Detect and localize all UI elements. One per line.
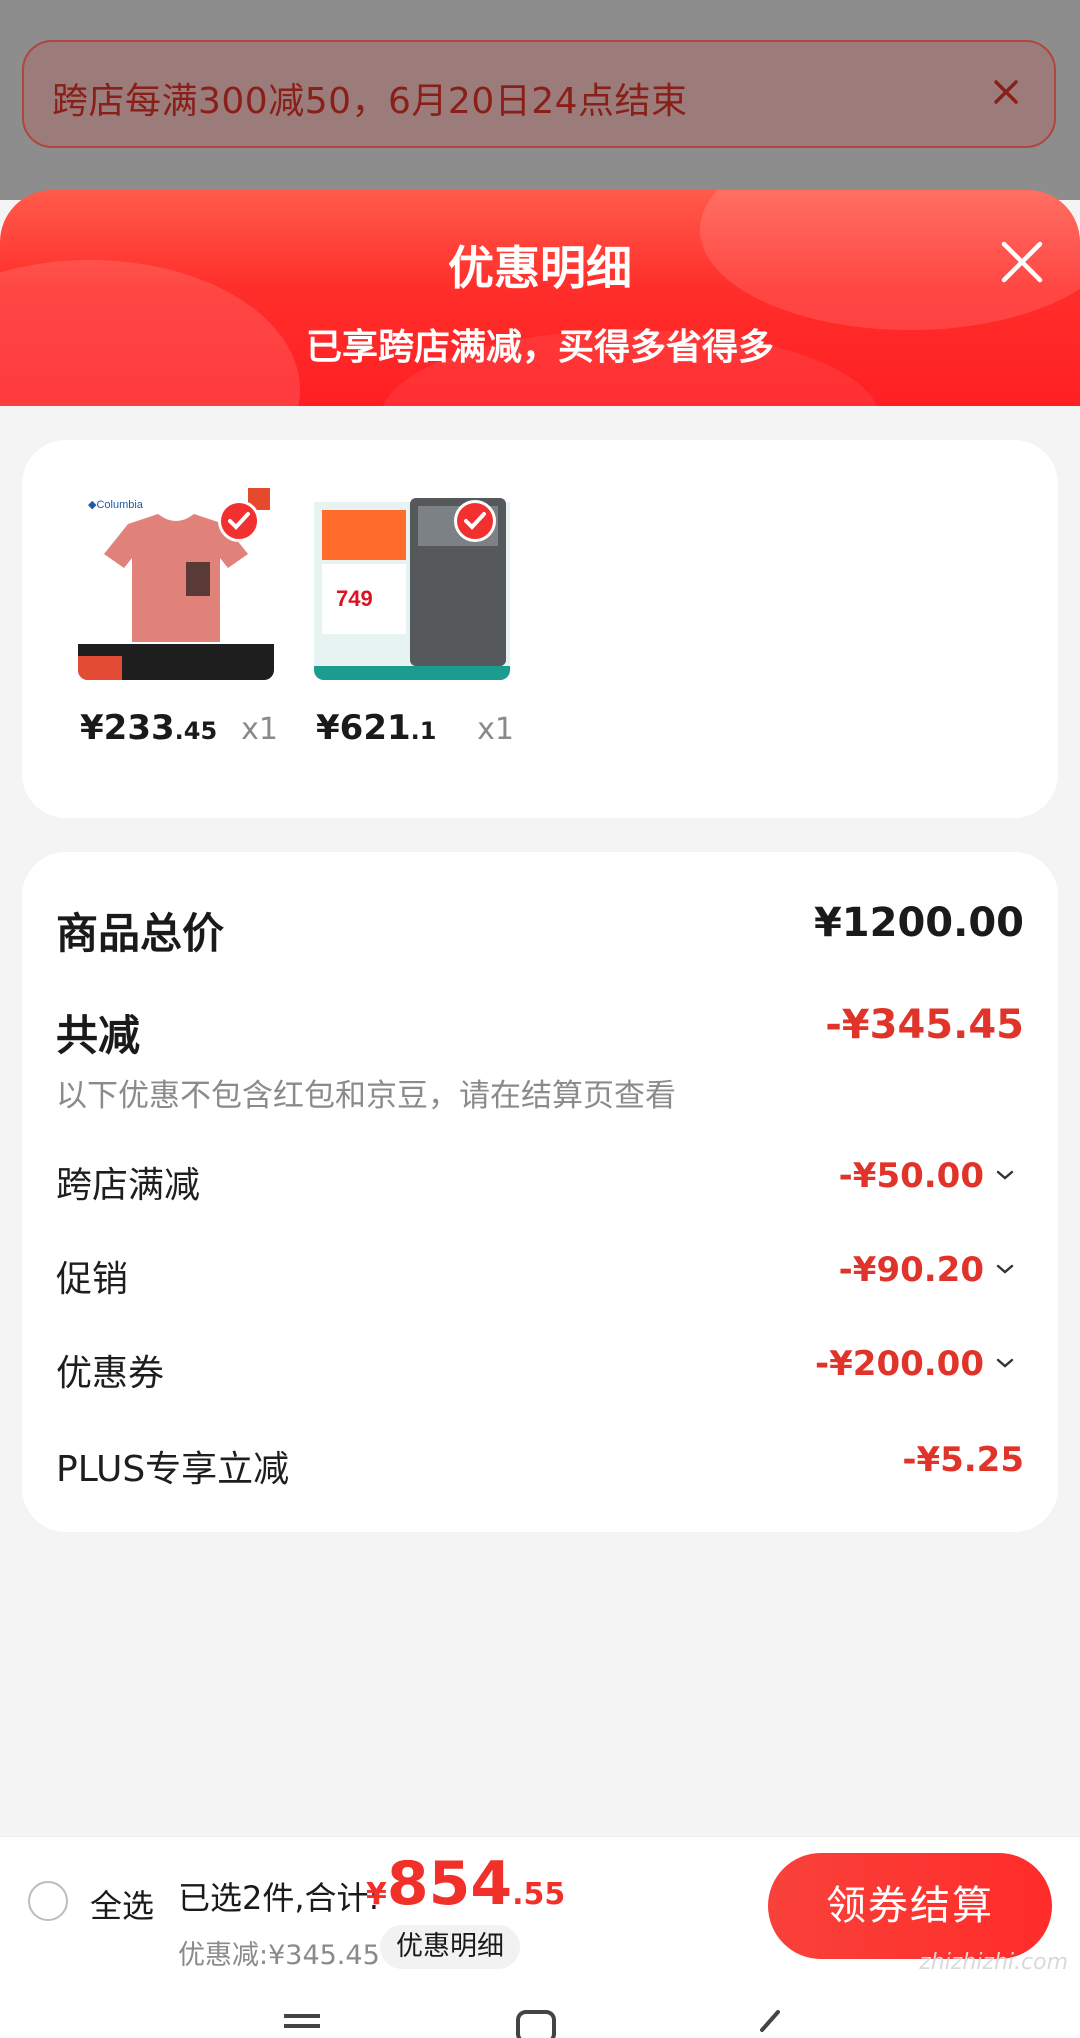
selected-count: 已选2件,合计: <box>178 1879 380 1917</box>
reduce-value: -¥345.45 <box>825 1002 1024 1048</box>
product-price: ¥233.45 <box>80 708 218 748</box>
product-card: ◆Columbia ¥233.45 x1 749 ¥621.1 x1 <box>22 440 1058 818</box>
menu-icon[interactable] <box>282 2012 322 2038</box>
product-price-row: ¥233.45 x1 <box>58 708 278 748</box>
sheet-title: 优惠明细 <box>448 241 632 295</box>
svg-text:◆Columbia: ◆Columbia <box>88 499 144 511</box>
discount-detail-button[interactable]: 优惠明细 <box>380 1925 520 1969</box>
discount-item-value: -¥50.00 <box>838 1156 984 1196</box>
product-price-row: ¥621.1 x1 <box>294 708 514 748</box>
checkout-bar: 全选 已选2件,合计: ¥854.55 优惠减:¥345.45 优惠明细 领券结… <box>0 1836 1080 1979</box>
discount-item-coupon[interactable]: 优惠券 -¥200.00 <box>56 1344 1024 1394</box>
select-all-radio[interactable] <box>28 1881 68 1921</box>
discount-item-label: 跨店满减 <box>56 1165 201 1206</box>
sheet-header: 优惠明细 已享跨店满减，买得多省得多 <box>0 190 1080 410</box>
discount-item-label: 优惠券 <box>56 1353 165 1394</box>
close-icon[interactable] <box>994 234 1050 290</box>
product-price: ¥621.1 <box>316 708 437 748</box>
product-qty: x1 <box>477 712 514 747</box>
reduce-row: 共减 -¥345.45 <box>56 1002 1024 1060</box>
selected-check-icon <box>454 500 496 542</box>
discount-item-label: 促销 <box>56 1259 129 1300</box>
promo-banner-text: 跨店每满300减50，6月20日24点结束 <box>52 81 688 122</box>
chevron-down-icon[interactable] <box>992 1162 1018 1188</box>
system-nav-bar <box>0 1978 1080 2038</box>
product-image-tshirt[interactable]: ◆Columbia <box>78 484 274 680</box>
total-amount: ¥854.55 <box>366 1849 566 1919</box>
product-qty: x1 <box>241 712 278 747</box>
product-item[interactable]: 749 <box>314 484 510 680</box>
discount-summary-card: 商品总价 ¥1200.00 共减 -¥345.45 以下优惠不包含红包和京豆，请… <box>22 852 1058 1532</box>
total-price-value: ¥1200.00 <box>813 900 1024 946</box>
discount-item-promo[interactable]: 促销 -¥90.20 <box>56 1250 1024 1300</box>
select-all-label[interactable]: 全选 <box>90 1881 154 1927</box>
svg-text:749: 749 <box>336 586 373 611</box>
product-item[interactable]: ◆Columbia <box>78 484 274 680</box>
total-price-row: 商品总价 ¥1200.00 <box>56 900 1024 958</box>
chevron-down-icon[interactable] <box>992 1256 1018 1282</box>
chevron-down-icon[interactable] <box>992 1350 1018 1376</box>
discount-item-label: PLUS专享立减 <box>56 1449 290 1490</box>
discount-item-value: -¥200.00 <box>815 1344 984 1384</box>
discount-item-value: -¥5.25 <box>902 1440 1024 1480</box>
discount-note: 以下优惠不包含红包和京豆，请在结算页查看 <box>56 1078 676 1114</box>
home-icon[interactable] <box>514 2008 558 2038</box>
total-price-label: 商品总价 <box>56 909 225 958</box>
watermark: zhizhizhi.com <box>919 1950 1068 1975</box>
back-icon[interactable] <box>754 2008 784 2038</box>
saved-amount: 优惠减:¥345.45 <box>178 1940 380 1971</box>
checkout-button[interactable]: 领券结算 <box>768 1853 1052 1959</box>
close-icon[interactable] <box>982 68 1030 116</box>
sheet-subtitle: 已享跨店满减，买得多省得多 <box>305 327 774 368</box>
reduce-label: 共减 <box>56 1011 141 1060</box>
promo-banner: 跨店每满300减50，6月20日24点结束 <box>22 40 1056 148</box>
discount-item-value: -¥90.20 <box>838 1250 984 1290</box>
selected-check-icon <box>218 500 260 542</box>
discount-item-cross-store[interactable]: 跨店满减 -¥50.00 <box>56 1156 1024 1206</box>
product-image-washer[interactable]: 749 <box>314 484 510 680</box>
discount-item-plus: PLUS专享立减 -¥5.25 <box>56 1440 1024 1490</box>
